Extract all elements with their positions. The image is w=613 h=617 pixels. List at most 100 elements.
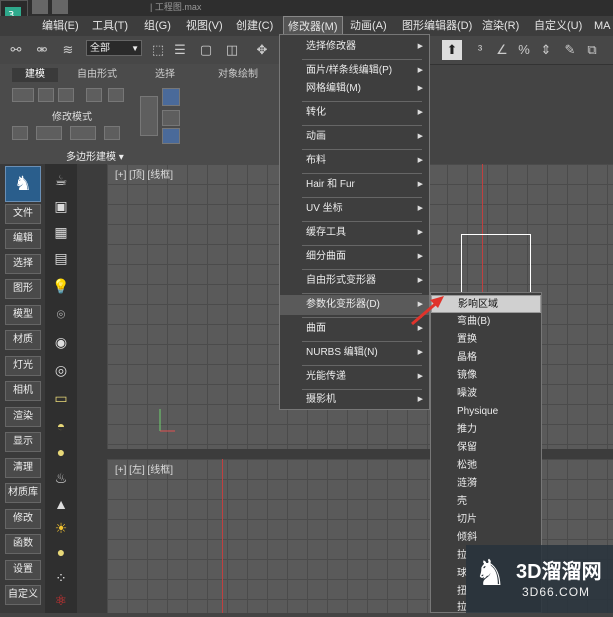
menu-animation[interactable]: 动画(A) xyxy=(350,16,387,36)
sidebar-item-lights[interactable]: 灯光 xyxy=(5,356,41,376)
sidebar-item-select[interactable]: 选择 xyxy=(5,254,41,274)
menu-item-subdivision-surfaces[interactable]: 细分曲面 ▶ xyxy=(280,247,429,267)
menu-item-hair-and-fur[interactable]: Hair 和 Fur ▶ xyxy=(280,175,429,195)
sidebar-item-settings[interactable]: 设置 xyxy=(5,560,41,580)
submenu-item-shell[interactable]: 壳 xyxy=(431,493,541,511)
menu-graph-editors[interactable]: 图形编辑器(D) xyxy=(402,16,472,36)
edit-named-selection-icon[interactable]: ✎ xyxy=(560,40,580,60)
deer-logo-icon[interactable]: ♞ xyxy=(5,166,41,202)
layout-button-1[interactable] xyxy=(162,88,180,106)
menu-views[interactable]: 视图(V) xyxy=(186,16,223,36)
submenu-item-noise[interactable]: 噪波 xyxy=(431,385,541,403)
film-icon[interactable]: ◎ xyxy=(50,360,72,380)
snap-3d-icon[interactable]: ³ xyxy=(470,40,490,60)
modify-tool-button-1[interactable] xyxy=(12,126,28,140)
menu-item-surface[interactable]: 曲面 ▶ xyxy=(280,319,429,339)
tab-selection[interactable]: 选择 xyxy=(140,68,190,82)
sidebar-item-shapes[interactable]: 图形 xyxy=(5,279,41,299)
sidebar-item-edit[interactable]: 编辑 xyxy=(5,229,41,249)
ball-icon[interactable]: ● xyxy=(50,542,72,562)
ribbon-footer[interactable]: 多边形建模 ▾ xyxy=(66,148,124,163)
sun-icon[interactable]: ☀ xyxy=(50,518,72,538)
selection-filter-dropdown[interactable]: 全部 ▼ xyxy=(86,40,142,56)
menu-item-free-form-deformers[interactable]: 自由形式变形器 ▶ xyxy=(280,271,429,291)
menu-item-cloth[interactable]: 布料 ▶ xyxy=(280,151,429,171)
rectangle-icon[interactable]: ▭ xyxy=(50,388,72,408)
menu-maxscript[interactable]: MA xyxy=(594,16,611,36)
teapot-icon[interactable]: ☕ xyxy=(50,170,72,190)
viewport-top-label[interactable]: [+] [顶] [线框] xyxy=(115,166,173,181)
quick-access-icon[interactable] xyxy=(32,0,48,14)
menu-group[interactable]: 组(G) xyxy=(144,16,171,36)
submenu-item-relax[interactable]: 松弛 xyxy=(431,457,541,475)
modify-tool-button-2[interactable] xyxy=(36,126,62,140)
edge-mode-button[interactable] xyxy=(38,88,54,102)
sidebar-item-material-library[interactable]: 材质库 xyxy=(5,483,41,503)
bind-spacewarp-icon[interactable]: ≋ xyxy=(58,40,78,60)
sidebar-item-modify[interactable]: 修改 xyxy=(5,509,41,529)
menu-item-cache-tools[interactable]: 缓存工具 ▶ xyxy=(280,223,429,243)
element-mode-button[interactable] xyxy=(108,88,124,102)
select-by-name-icon[interactable]: ☰ xyxy=(170,40,190,60)
layout-button-2[interactable] xyxy=(162,110,180,126)
percent-snap-icon[interactable]: % xyxy=(514,40,534,60)
particles-icon[interactable]: ⁘ xyxy=(50,568,72,588)
sidebar-item-display[interactable]: 显示 xyxy=(5,432,41,452)
open-file-icon[interactable] xyxy=(52,0,68,14)
submenu-item-preserve[interactable]: 保留 xyxy=(431,439,541,457)
viewport-left-label[interactable]: [+] [左] [线框] xyxy=(115,461,173,476)
sphere-icon[interactable]: ● xyxy=(50,442,72,462)
spinner-snap-icon[interactable]: ⇕ xyxy=(536,40,556,60)
submenu-item-lattice[interactable]: 晶格 xyxy=(431,349,541,367)
sidebar-item-customize[interactable]: 自定义 xyxy=(5,585,41,605)
tab-freeform[interactable]: 自由形式 xyxy=(70,68,124,82)
tab-object-paint[interactable]: 对象绘制 xyxy=(206,68,270,82)
select-object-icon[interactable]: ⬚ xyxy=(148,40,168,60)
menu-item-animation[interactable]: 动画 ▶ xyxy=(280,127,429,147)
move-icon[interactable]: ✥ xyxy=(252,40,272,60)
sidebar-item-render[interactable]: 渲染 xyxy=(5,407,41,427)
menu-item-selection-modifiers[interactable]: 选择修改器 ▶ xyxy=(280,37,429,57)
submenu-item-mirror[interactable]: 镜像 xyxy=(431,367,541,385)
molecule-icon[interactable]: ⚛ xyxy=(50,590,72,610)
grid-icon[interactable]: ▦ xyxy=(50,222,72,242)
menu-tools[interactable]: 工具(T) xyxy=(92,16,128,36)
menu-item-mesh-editing[interactable]: 网格编辑(M) ▶ xyxy=(280,79,429,99)
sidebar-item-cameras[interactable]: 相机 xyxy=(5,381,41,401)
menu-item-cameras[interactable]: 摄影机 ▶ xyxy=(280,390,429,410)
menu-item-uv-coordinates[interactable]: UV 坐标 ▶ xyxy=(280,199,429,219)
layout-button-3[interactable] xyxy=(162,128,180,144)
submenu-item-slice[interactable]: 切片 xyxy=(431,511,541,529)
submenu-item-physique[interactable]: Physique xyxy=(431,403,541,421)
menu-item-parametric-deformers[interactable]: 参数化变形器(D) ▶ xyxy=(280,295,429,315)
modify-tool-button-3[interactable] xyxy=(70,126,96,140)
unlink-icon[interactable]: ⚮ xyxy=(32,40,52,60)
mirror-icon[interactable]: ⧉ xyxy=(582,40,602,60)
camera-icon[interactable]: ⌾ xyxy=(50,304,72,324)
cone-icon[interactable]: ▲ xyxy=(50,494,72,514)
light-bulb-icon[interactable]: 💡 xyxy=(50,276,72,296)
rect-selection-icon[interactable]: ▢ xyxy=(196,40,216,60)
dome-icon[interactable]: ◓ xyxy=(50,416,72,436)
image-icon[interactable]: ▣ xyxy=(50,196,72,216)
sidebar-item-model[interactable]: 模型 xyxy=(5,305,41,325)
sidebar-item-cleanup[interactable]: 清理 xyxy=(5,458,41,478)
side-panel-button[interactable] xyxy=(140,96,158,136)
tab-modeling[interactable]: 建模 xyxy=(12,68,58,82)
menu-item-radiosity[interactable]: 光能传递 ▶ xyxy=(280,367,429,387)
menu-create[interactable]: 创建(C) xyxy=(236,16,273,36)
video-camera-icon[interactable]: ◉ xyxy=(50,332,72,352)
polygon-mode-button[interactable] xyxy=(86,88,102,102)
sidebar-item-file[interactable]: 文件 xyxy=(5,204,41,224)
sidebar-item-material[interactable]: 材质 xyxy=(5,330,41,350)
submenu-item-push[interactable]: 推力 xyxy=(431,421,541,439)
placement-icon[interactable]: ⬆ xyxy=(442,40,462,60)
submenu-item-ripple[interactable]: 涟漪 xyxy=(431,475,541,493)
sidebar-item-functions[interactable]: 函数 xyxy=(5,534,41,554)
menu-item-patch-spline-editing[interactable]: 面片/样条线编辑(P) ▶ xyxy=(280,61,429,81)
menu-item-conversion[interactable]: 转化 ▶ xyxy=(280,103,429,123)
modify-tool-button-4[interactable] xyxy=(104,126,120,140)
menu-edit[interactable]: 编辑(E) xyxy=(42,16,79,36)
link-icon[interactable]: ⚯ xyxy=(6,40,26,60)
basket-icon[interactable]: ♨ xyxy=(50,468,72,488)
